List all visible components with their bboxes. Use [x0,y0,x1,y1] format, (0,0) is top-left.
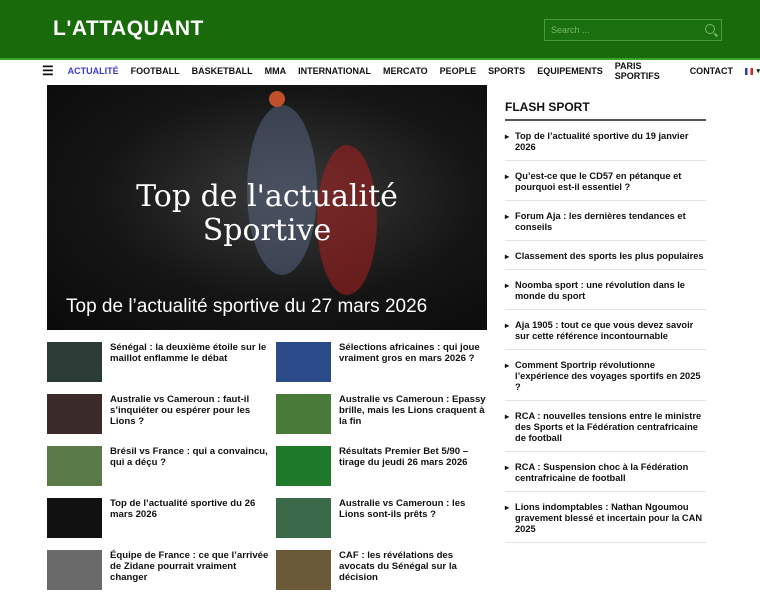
nav-paris-sportifs[interactable]: PARIS SPORTIFS [615,61,678,81]
nav-mercato[interactable]: MERCATO [383,66,428,76]
nav-international[interactable]: INTERNATIONAL [298,66,371,76]
article-card[interactable]: Australie vs Cameroun : Epassy brille, m… [276,394,487,435]
sidebar-item[interactable]: Comment Sportrip révolutionne l’expérien… [505,350,706,401]
article-thumbnail[interactable] [276,342,331,382]
flash-sport-sidebar: FLASH SPORT Top de l’actualité sportive … [505,100,706,543]
sidebar-item-label[interactable]: Aja 1905 : tout ce que vous devez savoir… [515,320,706,342]
article-title[interactable]: Australie vs Cameroun : Epassy brille, m… [339,394,487,435]
article-card[interactable]: Sénégal : la deuxième étoile sur le mail… [47,342,276,383]
article-thumbnail[interactable] [47,394,102,434]
article-title[interactable]: Australie vs Cameroun : faut-il s’inquié… [110,394,276,435]
main-nav: ☰ ACTUALITÉ FOOTBALL BASKETBALL MMA INTE… [0,60,760,82]
nav-football[interactable]: FOOTBALL [131,66,180,76]
search-box [544,19,722,41]
sidebar-item-label[interactable]: Forum Aja : les dernières tendances et c… [515,211,706,233]
article-thumbnail[interactable] [276,446,331,486]
search-icon[interactable] [705,24,715,34]
sidebar-item-label[interactable]: Top de l’actualité sportive du 19 janvie… [515,131,706,153]
article-grid: Sénégal : la deuxième étoile sur le mail… [47,342,487,591]
sidebar-item[interactable]: RCA : nouvelles tensions entre le minist… [505,401,706,452]
nav-equipements[interactable]: EQUIPEMENTS [537,66,603,76]
article-card[interactable]: Australie vs Cameroun : les Lions sont-i… [276,498,487,539]
language-dropdown[interactable]: ▾ [756,67,760,75]
sidebar-item[interactable]: Lions indomptables : Nathan Ngoumou grav… [505,492,706,543]
sidebar-item[interactable]: Top de l’actualité sportive du 19 janvie… [505,121,706,161]
sidebar-item[interactable]: Forum Aja : les dernières tendances et c… [505,201,706,241]
basketball-image [269,91,285,107]
sidebar-item[interactable]: RCA : Suspension choc à la Fédération ce… [505,452,706,492]
nav-mma[interactable]: MMA [265,66,287,76]
sidebar-item[interactable]: Aja 1905 : tout ce que vous devez savoir… [505,310,706,350]
site-logo[interactable]: L'ATTAQUANT [53,17,204,41]
nav-actualite[interactable]: ACTUALITÉ [68,66,119,76]
article-title[interactable]: CAF : les révélations des avocats du Sén… [339,550,487,591]
nav-contact[interactable]: CONTACT [690,66,733,76]
article-card[interactable]: Sélections africaines : qui joue vraimen… [276,342,487,383]
article-card[interactable]: CAF : les révélations des avocats du Sén… [276,550,487,591]
site-header: L'ATTAQUANT [0,0,760,60]
article-title[interactable]: Équipe de France : ce que l’arrivée de Z… [110,550,276,591]
article-thumbnail[interactable] [47,446,102,486]
sidebar-item-label[interactable]: Classement des sports les plus populaire… [515,251,704,262]
article-title[interactable]: Sénégal : la deuxième étoile sur le mail… [110,342,276,383]
article-thumbnail[interactable] [276,550,331,590]
article-card[interactable]: Résultats Premier Bet 5/90 – tirage du j… [276,446,487,487]
sidebar-item-label[interactable]: Qu’est-ce que le CD57 en pétanque et pou… [515,171,706,193]
hero-article[interactable]: Top de l'actualité Sportive Top de l’actu… [47,85,487,330]
sidebar-item-label[interactable]: Lions indomptables : Nathan Ngoumou grav… [515,502,706,535]
article-card[interactable]: Australie vs Cameroun : faut-il s’inquié… [47,394,276,435]
sidebar-title: FLASH SPORT [505,100,706,121]
sidebar-item[interactable]: Noomba sport : une révolution dans le mo… [505,270,706,310]
search-input[interactable] [545,20,695,40]
article-thumbnail[interactable] [47,550,102,590]
french-flag-icon[interactable] [745,67,754,75]
nav-people[interactable]: PEOPLE [440,66,477,76]
article-card[interactable]: Équipe de France : ce que l’arrivée de Z… [47,550,276,591]
sidebar-item[interactable]: Qu’est-ce que le CD57 en pétanque et pou… [505,161,706,201]
article-title[interactable]: Australie vs Cameroun : les Lions sont-i… [339,498,487,539]
sidebar-item-label[interactable]: Comment Sportrip révolutionne l’expérien… [515,360,706,393]
article-card[interactable]: Top de l’actualité sportive du 26 mars 2… [47,498,276,539]
nav-basketball[interactable]: BASKETBALL [192,66,253,76]
article-thumbnail[interactable] [47,498,102,538]
article-thumbnail[interactable] [47,342,102,382]
article-title[interactable]: Sélections africaines : qui joue vraimen… [339,342,487,383]
menu-icon[interactable]: ☰ [42,63,54,79]
sidebar-item-label[interactable]: RCA : nouvelles tensions entre le minist… [515,411,706,444]
hero-image-text: Top de l'actualité Sportive [136,179,398,248]
nav-sports[interactable]: SPORTS [488,66,525,76]
article-thumbnail[interactable] [276,394,331,434]
article-title[interactable]: Top de l’actualité sportive du 26 mars 2… [110,498,276,539]
article-card[interactable]: Brésil vs France : qui a convaincu, qui … [47,446,276,487]
sidebar-item[interactable]: Classement des sports les plus populaire… [505,241,706,270]
article-title[interactable]: Brésil vs France : qui a convaincu, qui … [110,446,276,487]
article-thumbnail[interactable] [276,498,331,538]
sidebar-item-label[interactable]: Noomba sport : une révolution dans le mo… [515,280,706,302]
hero-caption[interactable]: Top de l’actualité sportive du 27 mars 2… [66,296,427,318]
article-title[interactable]: Résultats Premier Bet 5/90 – tirage du j… [339,446,487,487]
sidebar-item-label[interactable]: RCA : Suspension choc à la Fédération ce… [515,462,706,484]
